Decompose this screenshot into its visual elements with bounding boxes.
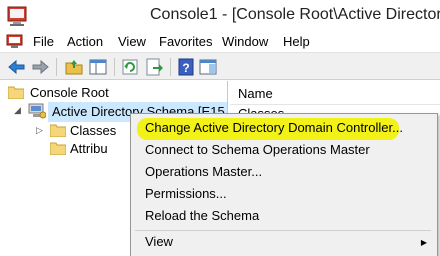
tree-label: Classes — [70, 123, 117, 138]
help-icon[interactable]: ? — [176, 57, 196, 77]
collapsed-arrow-icon[interactable]: ▷ — [36, 125, 43, 136]
menu-item-operations-master[interactable]: Operations Master... — [145, 164, 262, 184]
toolbar-separator — [170, 58, 171, 76]
export-list-icon[interactable] — [144, 57, 164, 77]
console-menu-icon[interactable] — [6, 33, 23, 49]
menu-window[interactable]: Window — [222, 34, 268, 49]
menu-item-label: Connect to Schema Operations Master — [145, 142, 370, 157]
toolbar-separator — [114, 58, 115, 76]
toolbar: ? — [0, 52, 440, 80]
folder-icon — [50, 124, 66, 137]
refresh-icon[interactable] — [120, 57, 140, 77]
folder-icon — [8, 86, 24, 99]
toolbar-separator — [56, 58, 57, 76]
expanded-arrow-icon[interactable]: ◢ — [14, 105, 21, 116]
tree-node-console-root[interactable]: Console Root — [8, 83, 208, 103]
menu-item-label: Change Active Directory Domain Controlle… — [145, 120, 403, 135]
tree-node-attributes[interactable]: Attribu — [30, 139, 130, 159]
svg-text:?: ? — [182, 61, 189, 75]
menu-item-label: View — [145, 234, 173, 249]
tree-label: Console Root — [30, 85, 109, 100]
menu-view[interactable]: View — [118, 34, 146, 49]
forward-icon[interactable] — [30, 57, 50, 77]
window-title: Console1 - [Console Root\Active Director… — [150, 6, 440, 23]
menu-item-view[interactable]: View — [145, 234, 425, 254]
menu-item-label: Operations Master... — [145, 164, 263, 179]
menu-item-reload-schema[interactable]: Reload the Schema — [145, 208, 259, 228]
column-header-name[interactable]: Name — [230, 81, 440, 105]
properties-pane-icon[interactable] — [198, 57, 218, 77]
folder-icon — [50, 142, 66, 155]
menu-item-connect-schema-master[interactable]: Connect to Schema Operations Master — [145, 142, 370, 162]
tree-label: Attribu — [70, 141, 108, 156]
mmc-app-icon[interactable] — [6, 4, 28, 26]
menu-item-label: Reload the Schema — [145, 208, 260, 223]
menu-bar: File Action View Favorites Window Help — [0, 30, 440, 52]
tree-node-classes[interactable]: ▷ Classes — [30, 121, 130, 141]
schema-icon — [28, 103, 46, 119]
menu-favorites[interactable]: Favorites — [159, 34, 212, 49]
menu-file[interactable]: File — [33, 34, 54, 49]
menu-separator — [135, 230, 431, 231]
menu-item-change-domain-controller[interactable]: Change Active Directory Domain Controlle… — [145, 120, 403, 140]
up-folder-icon[interactable] — [64, 57, 84, 77]
show-hide-tree-icon[interactable] — [88, 57, 108, 77]
menu-action[interactable]: Action — [67, 34, 103, 49]
title-bar: Console1 - [Console Root\Active Director… — [0, 0, 440, 30]
menu-help[interactable]: Help — [283, 34, 310, 49]
back-icon[interactable] — [7, 57, 27, 77]
menu-item-permissions[interactable]: Permissions... — [145, 186, 227, 206]
menu-item-label: Permissions... — [145, 186, 227, 201]
column-header-label: Name — [238, 86, 273, 101]
context-menu: Change Active Directory Domain Controlle… — [130, 113, 438, 256]
submenu-arrow-icon: ▶ — [420, 238, 427, 247]
